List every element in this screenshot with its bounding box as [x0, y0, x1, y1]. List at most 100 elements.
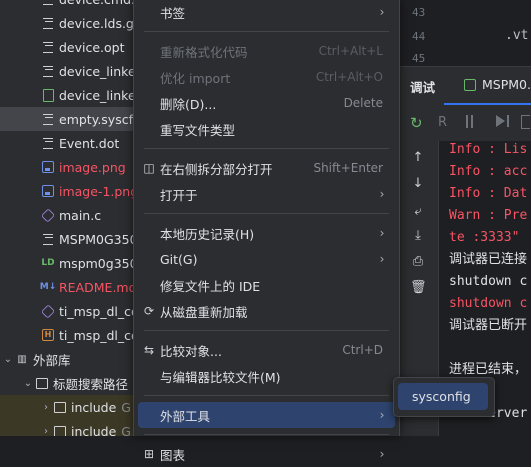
chevron-down-icon: ⌄	[3, 353, 13, 365]
menu-item-shortcut: Ctrl+D	[342, 343, 383, 357]
chevron-right-icon: ›	[379, 226, 385, 240]
menu-separator	[144, 31, 389, 32]
tree-file-label: device_linker	[59, 63, 140, 79]
tree-file-label: main.c	[59, 207, 102, 223]
console-line: 调试器已连接	[449, 252, 528, 267]
text-file-icon	[42, 233, 54, 245]
menu-separator	[144, 148, 389, 149]
stop-icon[interactable]: R	[438, 115, 447, 130]
scroll-down-icon[interactable]: ↓	[410, 176, 426, 192]
menu-item-label: 重新格式化代码	[160, 44, 248, 60]
menu-item-label: Git(G)	[160, 251, 198, 267]
tree-file-item[interactable]: ti_msp_dl_co	[0, 299, 140, 323]
project-tree: device.cmd.g device.lds.ge device.opt devic…	[0, 0, 140, 436]
menu-item-10[interactable]: 本地历史记录(H) ›	[138, 220, 395, 246]
resume-icon[interactable]	[496, 115, 505, 127]
menu-item-12[interactable]: 修复文件上的 IDE	[138, 272, 395, 298]
text-file-icon	[42, 0, 54, 5]
tree-file-item[interactable]: image.png	[0, 155, 140, 179]
tree-file-label: MSPM0G350	[59, 231, 138, 247]
menu-item-label: 在右侧拆分部分打开	[160, 161, 273, 177]
menu-item-8[interactable]: 打开于 ›	[138, 181, 395, 207]
tree-file-label: image-1.png	[59, 183, 139, 199]
scroll-to-end-icon[interactable]: ⤓	[410, 228, 426, 244]
menu-item-7[interactable]: ◫ 在右侧拆分部分打开 Shift+Enter	[138, 155, 395, 181]
ld-file-icon: LD	[41, 258, 55, 268]
menu-item-label: 优化 import	[160, 70, 231, 86]
tree-external-libs-label: 外部库	[33, 352, 71, 368]
tree-file-item[interactable]: device.opt	[0, 35, 140, 59]
tree-external-libs[interactable]: ⌄ ▥ 外部库	[0, 347, 140, 371]
console-line: Info : Lis	[449, 142, 528, 157]
menu-separator	[144, 213, 389, 214]
tree-include-folder[interactable]: › include G	[0, 419, 140, 436]
tree-include-label: include	[71, 399, 117, 415]
chevron-right-icon: ›	[379, 252, 385, 266]
tree-file-item[interactable]: image-1.png	[0, 179, 140, 203]
markdown-file-icon: M↓	[39, 282, 57, 292]
tab-config[interactable]: MSPM0.	[444, 67, 531, 105]
tree-include-suffix: G	[121, 423, 131, 437]
trash-icon[interactable]: 🗑	[410, 280, 427, 296]
menu-item-11[interactable]: Git(G) ›	[138, 246, 395, 272]
code-editor[interactable]: .vt	[433, 0, 531, 66]
console-line: Info : Dat	[449, 186, 528, 201]
chevron-right-icon: ›	[44, 401, 48, 413]
step-icon[interactable]	[521, 115, 530, 129]
library-icon: ▥	[17, 353, 27, 365]
menu-item-label: 打开于	[160, 187, 198, 203]
tree-include-folder[interactable]: › include G	[0, 395, 140, 419]
menu-item-label: 重写文件类型	[160, 122, 236, 138]
tree-file-label: device.lds.ge	[59, 15, 140, 31]
external-tools-submenu: sysconfig	[393, 377, 495, 417]
chevron-down-icon: ⌄	[23, 377, 33, 389]
tree-include-label: include	[71, 423, 117, 437]
menu-item-5[interactable]: 重写文件类型	[138, 116, 395, 142]
rerun-icon[interactable]: ↻	[410, 114, 423, 132]
soft-wrap-icon[interactable]: ⤶	[410, 204, 426, 220]
menu-item-label: 从磁盘重新加载	[160, 304, 248, 320]
menu-item-shortcut: Shift+Enter	[313, 161, 383, 175]
tree-header-search-paths[interactable]: ⌄ 标题搜索路径	[0, 371, 140, 395]
menu-separator	[144, 330, 389, 331]
editor-gutter: 43 44 45	[398, 0, 433, 66]
tree-file-item[interactable]: device_linker	[0, 83, 140, 107]
menu-item-13[interactable]: ⟳ 从磁盘重新加载	[138, 298, 395, 324]
chip-icon	[464, 79, 476, 91]
diagram-icon: ⊞	[143, 447, 155, 461]
print-icon[interactable]: ⎙	[410, 254, 426, 270]
menu-item-16[interactable]: 与编辑器比较文件(M)	[138, 363, 395, 389]
tree-file-item[interactable]: device.lds.ge	[0, 11, 140, 35]
tree-file-item[interactable]: empty.syscfg	[0, 107, 140, 131]
menu-item-label: 删除(D)...	[160, 96, 217, 112]
tab-debug[interactable]: 调试	[410, 77, 435, 96]
console-line: Warn : Pre	[449, 208, 528, 223]
tree-file-item[interactable]: main.c	[0, 203, 140, 227]
chevron-right-icon: ›	[44, 425, 48, 437]
tree-file-item[interactable]: Event.dot	[0, 131, 140, 155]
menu-item-4[interactable]: 删除(D)... Delete	[138, 90, 395, 116]
header-file-icon: H	[42, 329, 54, 341]
chevron-right-icon: ›	[379, 447, 385, 461]
tab-config-label: MSPM0.	[482, 77, 531, 92]
tree-file-item[interactable]: Hti_msp_dl_co	[0, 323, 140, 347]
tree-file-label: device.opt	[59, 39, 125, 55]
menu-item-20[interactable]: ⊞ 图表 ›	[138, 441, 395, 467]
menu-item-18[interactable]: 外部工具 ›	[138, 402, 395, 428]
console-line: te :3333"	[449, 230, 520, 245]
submenu-item-sysconfig[interactable]: sysconfig	[398, 383, 488, 410]
pause-icon[interactable]	[466, 115, 468, 128]
tree-file-item[interactable]: device.cmd.g	[0, 0, 140, 11]
scroll-up-icon[interactable]: ↑	[410, 150, 426, 166]
image-file-icon	[42, 161, 54, 173]
menu-item-0[interactable]: 书签 ›	[138, 0, 395, 25]
tree-file-item[interactable]: LD mspm0g3507	[0, 251, 140, 275]
console-line: shutdown c	[449, 296, 528, 311]
tree-file-item[interactable]: device_linker	[0, 59, 140, 83]
c-file-icon	[40, 303, 56, 319]
tree-file-item[interactable]: M↓ README.md	[0, 275, 140, 299]
reload-icon: ⟳	[143, 304, 155, 318]
folder-icon	[36, 377, 48, 389]
tree-file-item[interactable]: MSPM0G350	[0, 227, 140, 251]
menu-item-15[interactable]: ⇆ 比较对象... Ctrl+D	[138, 337, 395, 363]
